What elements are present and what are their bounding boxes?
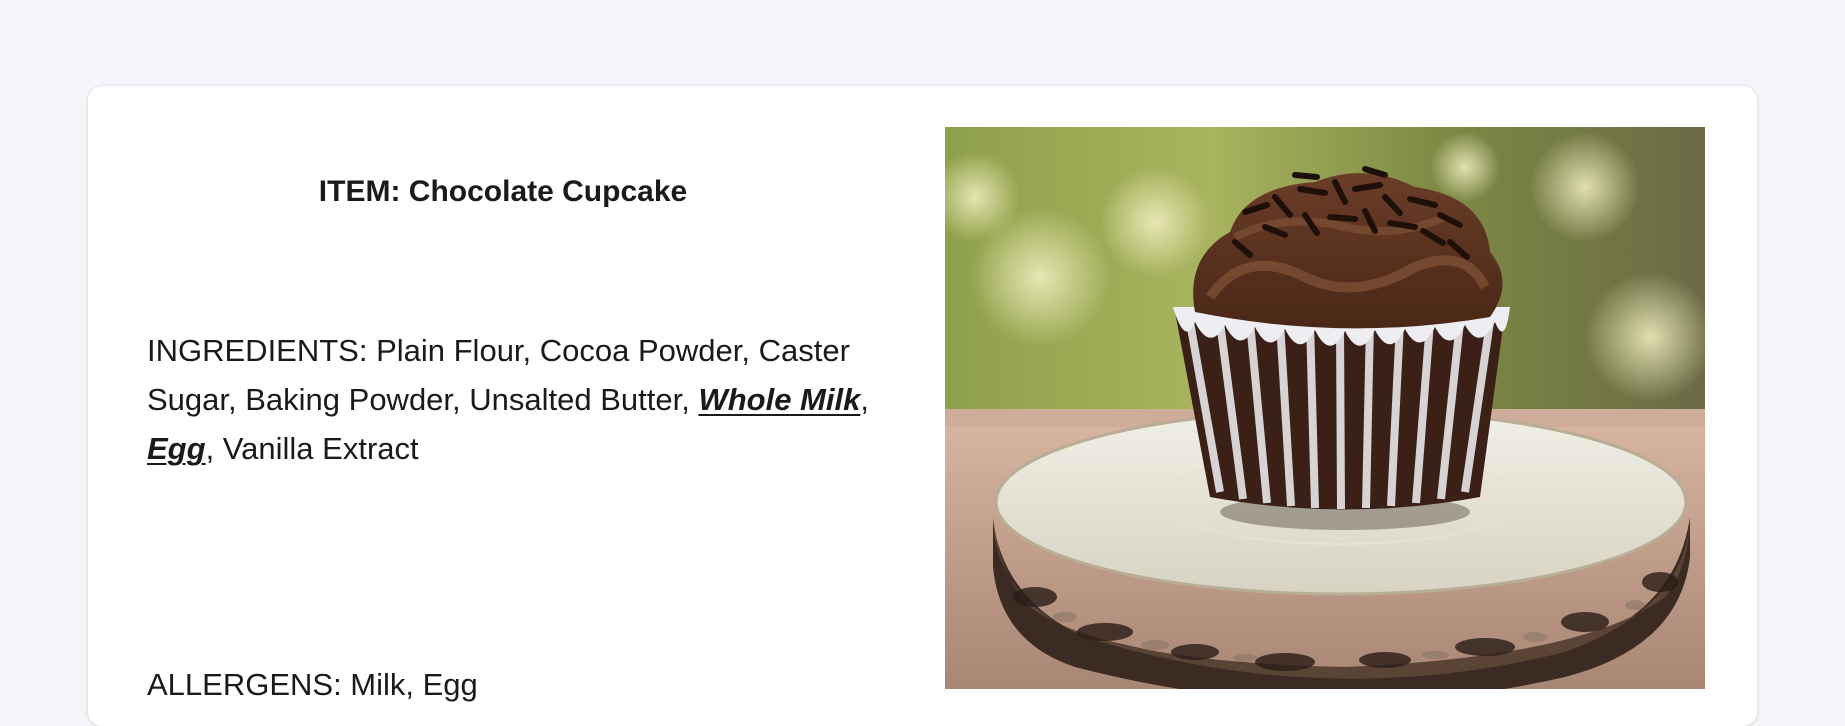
ingredients-text: INGREDIENTS: Plain Flour, Cocoa Powder, … (147, 326, 907, 473)
cupcake-photo (945, 127, 1705, 689)
allergens-text: ALLERGENS: Milk, Egg (147, 667, 478, 702)
ingredients-tail: , Vanilla Extract (205, 431, 419, 466)
item-title: ITEM: Chocolate Cupcake (318, 175, 688, 208)
ingredients-separator: , (860, 382, 869, 417)
allergen-highlight-whole-milk: Whole Milk (698, 382, 861, 417)
allergen-highlight-egg: Egg (147, 431, 206, 466)
product-card: ITEM: Chocolate Cupcake INGREDIENTS: Pla… (88, 86, 1757, 726)
